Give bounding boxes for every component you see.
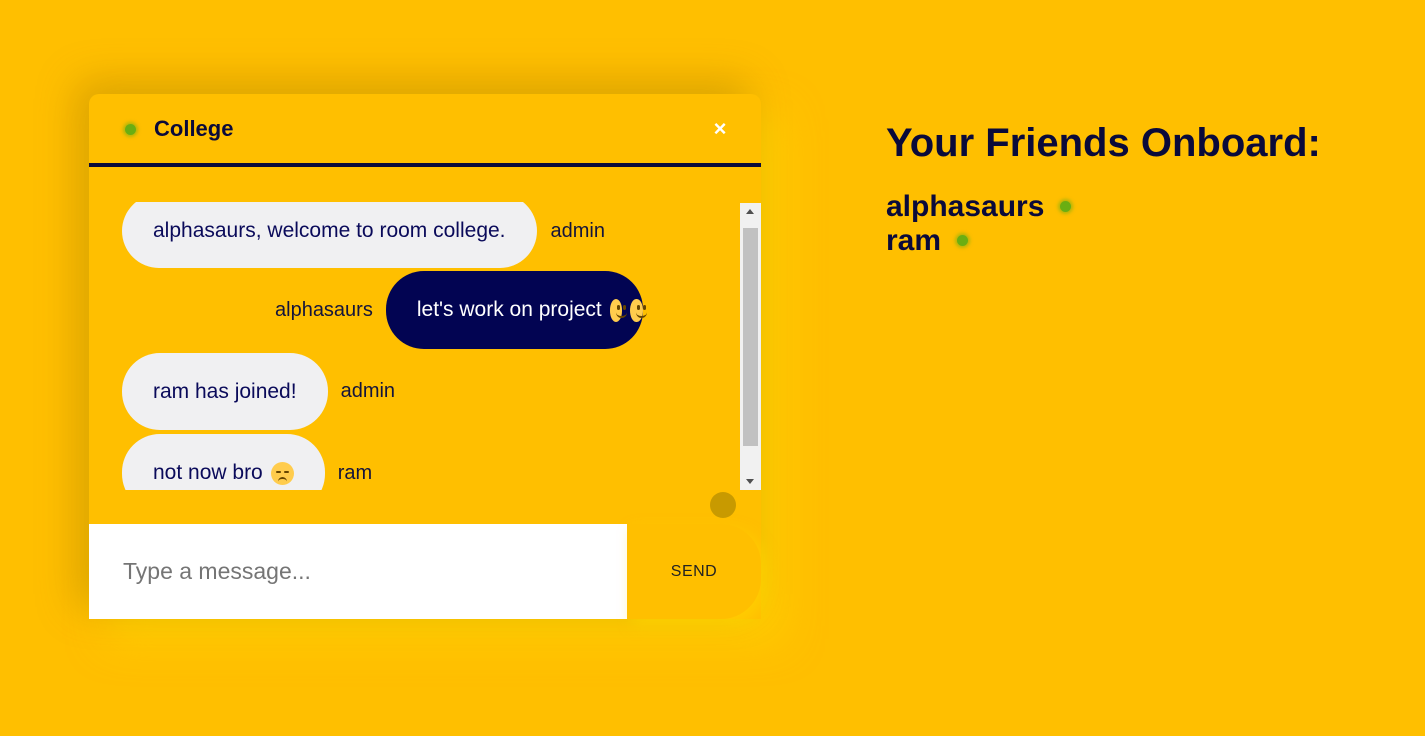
message-bubble: not now bro [122,434,325,490]
message-text: ram has joined! [153,379,297,403]
message-text: let's work on project [416,298,602,321]
message-input[interactable] [89,524,627,619]
friend-name: ram [886,224,942,257]
message-composer: SEND [89,524,761,619]
friends-panel: Your Friends Onboard: alphasaurs ram [886,118,1386,258]
chat-header: College × [89,94,761,167]
chat-window: College × alphasaurs, welcome to room co… [89,94,761,619]
send-button[interactable]: SEND [627,524,761,619]
friend-item: alphasaurs [886,190,1386,224]
message-sender: alphasaurs [275,298,373,321]
scroll-thumb[interactable] [743,228,758,446]
message-list[interactable]: alphasaurs, welcome to room college. adm… [89,202,741,490]
slightly-smiling-face-icon [609,298,627,322]
friend-list: alphasaurs ram [886,190,1386,258]
message-row: alphasaurs let's work on project [275,271,648,349]
message-text: not now bro [153,461,263,484]
message-sender: admin [550,219,605,242]
message-bubble: alphasaurs, welcome to room college. [122,202,537,268]
scroll-up-arrow-icon[interactable] [740,203,761,220]
message-scrollbar[interactable] [740,203,761,490]
message-sender: admin [340,380,396,402]
friends-title: Your Friends Onboard: [886,121,1321,165]
slightly-smiling-face-icon [630,298,648,322]
message-bubble: let's work on project [385,271,648,349]
online-status-dot [957,234,969,246]
message-row: alphasaurs, welcome to room college. adm… [122,202,605,268]
typing-indicator [710,492,736,518]
friend-name: alphasaurs [886,190,1045,223]
scroll-down-arrow-icon[interactable] [740,473,761,490]
pensive-face-icon [270,461,294,485]
message-row: not now bro ram [122,434,372,490]
online-status-dot [125,124,136,135]
message-bubble: ram has joined! [122,353,328,430]
message-sender: ram [337,461,373,484]
message-row: ram has joined! admin [122,353,395,430]
online-status-dot [1060,200,1072,212]
message-text: alphasaurs, welcome to room college. [153,219,506,242]
room-name: College [154,116,234,141]
friend-item: ram [886,224,1386,258]
close-icon[interactable]: × [707,116,733,142]
